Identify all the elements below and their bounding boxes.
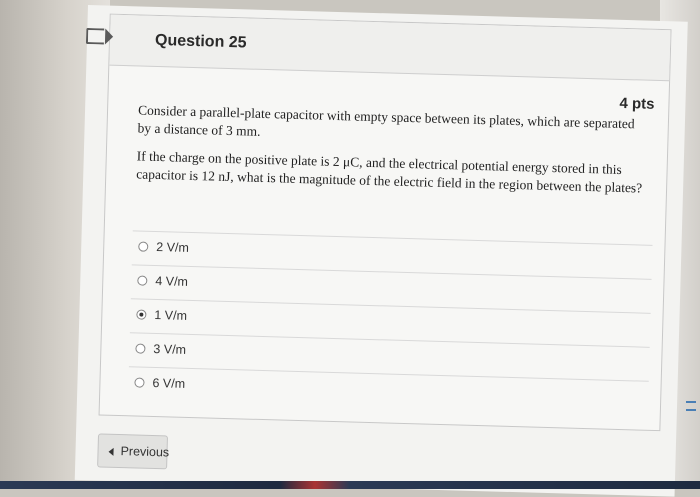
answer-label[interactable]: 3 V/m <box>153 342 186 357</box>
question-text: Consider a parallel-plate capacitor with… <box>136 101 648 207</box>
previous-button[interactable]: Previous <box>97 433 170 470</box>
chevron-left-icon <box>108 447 114 456</box>
radio-button-selected[interactable] <box>136 309 147 320</box>
question-title: Question 25 <box>154 31 247 52</box>
radio-button[interactable] <box>135 343 146 354</box>
radio-button[interactable] <box>134 377 145 388</box>
question-header: Question 25 <box>85 14 671 82</box>
answer-label[interactable]: 6 V/m <box>152 376 185 391</box>
question-paragraph: Consider a parallel-plate capacitor with… <box>137 102 635 139</box>
question-paragraph: If the charge on the positive plate is 2… <box>136 148 643 196</box>
question-card: Question 25 4 pts Consider a parallel-pl… <box>85 13 672 432</box>
question-points: 4 pts <box>619 94 655 113</box>
radio-button[interactable] <box>138 241 149 252</box>
flag-icon[interactable] <box>85 27 105 45</box>
answer-label[interactable]: 4 V/m <box>155 274 188 289</box>
answer-label[interactable]: 2 V/m <box>156 240 189 255</box>
edge-marks <box>686 395 696 417</box>
radio-button[interactable] <box>137 275 148 286</box>
answer-label[interactable]: 1 V/m <box>154 308 187 323</box>
answer-list: 2 V/m 4 V/m 1 V/m 3 V/m 6 V/m <box>127 230 653 415</box>
quiz-screen: Question 25 4 pts Consider a parallel-pl… <box>74 5 688 497</box>
previous-label: Previous <box>120 444 170 460</box>
taskbar <box>0 481 700 489</box>
